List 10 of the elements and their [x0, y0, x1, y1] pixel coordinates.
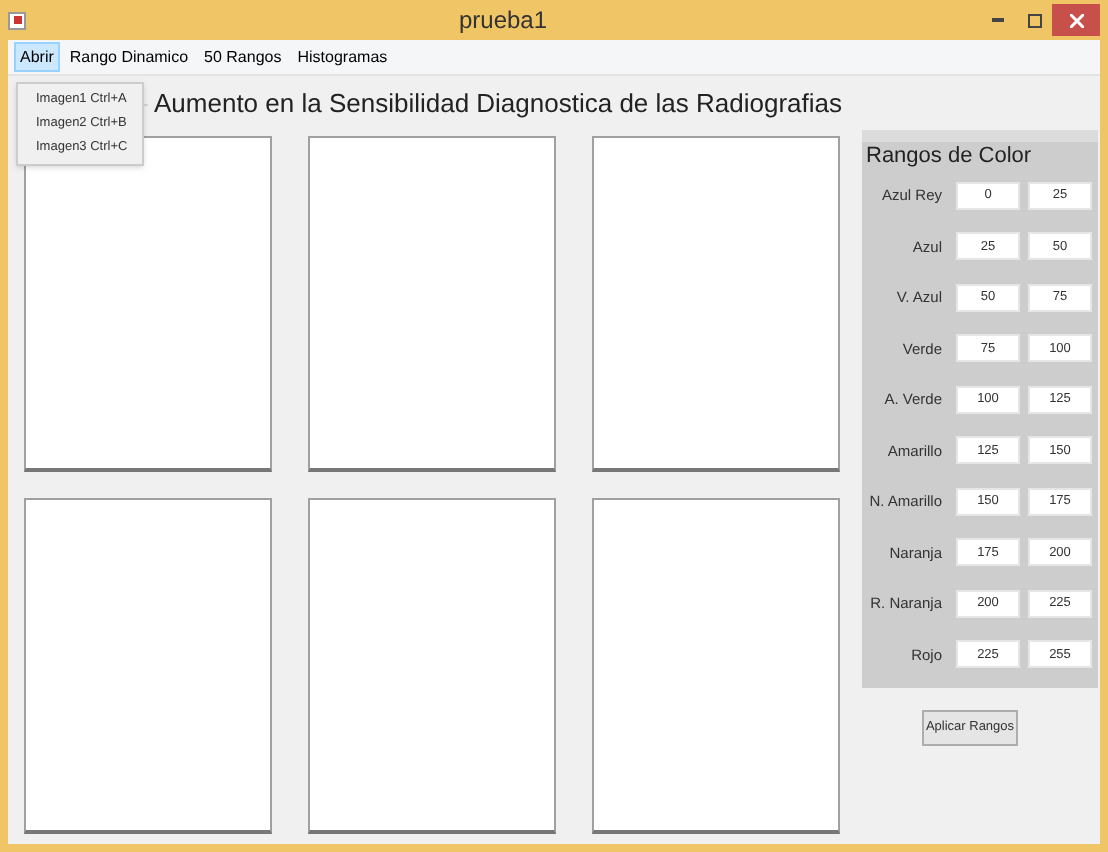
close-button[interactable]	[1052, 4, 1100, 36]
window-title: prueba1	[456, 4, 550, 38]
menu-item[interactable]: Histogramas	[291, 42, 394, 72]
group-title: Aumento en la Sensibilidad Diagnostica de las Radiografias	[152, 86, 844, 123]
menu-item[interactable]: Abrir	[14, 42, 60, 72]
panel-title: Rangos de Color	[864, 142, 1034, 170]
menu-item[interactable]: 50 Rangos	[198, 42, 288, 72]
app-icon	[8, 11, 26, 29]
close-icon	[1069, 13, 1083, 27]
menu-item[interactable]: Rango Dinamico	[63, 42, 195, 72]
